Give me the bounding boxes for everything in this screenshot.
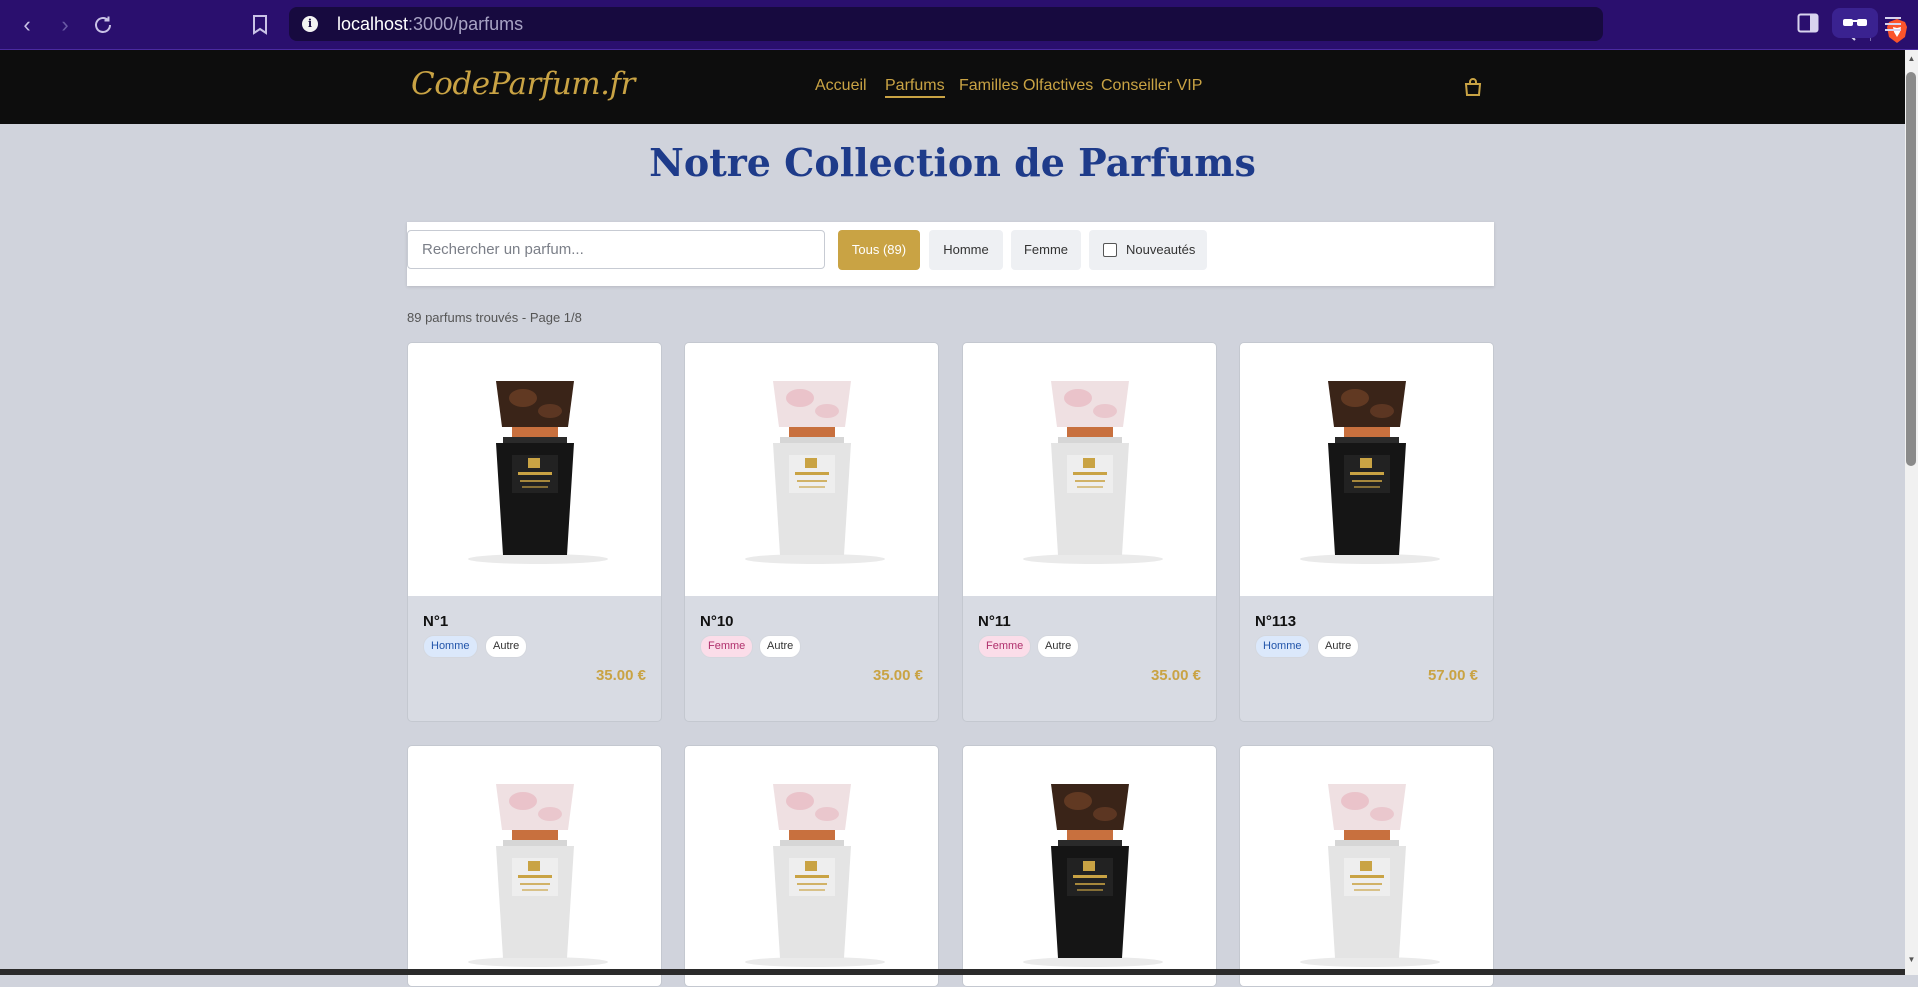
perfume-bottle-image (468, 381, 608, 564)
scroll-up-icon[interactable]: ▲ (1905, 52, 1918, 66)
url-path: :3000/parfums (408, 14, 524, 34)
perfume-bottle-image (745, 784, 885, 967)
info-icon[interactable]: i (302, 16, 318, 32)
tag-gender: Homme (423, 635, 478, 658)
perfume-bottle-image (745, 381, 885, 564)
menu-icon[interactable] (1882, 13, 1904, 35)
filter-all-button[interactable]: Tous (89) (838, 230, 920, 270)
nav-familles-olfactives[interactable]: Familles Olfactives (959, 77, 1093, 95)
perfume-bottle-image (1023, 381, 1163, 564)
filter-femme-button[interactable]: Femme (1011, 230, 1081, 270)
tag-family: Autre (485, 635, 528, 658)
product-image[interactable] (963, 343, 1216, 596)
filter-new-label: Nouveautés (1126, 242, 1196, 257)
address-bar[interactable]: i localhost:3000/parfums (289, 7, 1907, 43)
product-price: 35.00 € (872, 667, 923, 684)
url-host: localhost (337, 14, 409, 34)
shopping-bag-icon[interactable] (1463, 77, 1483, 97)
scrollbar-thumb[interactable] (1906, 72, 1916, 466)
product-name[interactable]: N°11 (978, 613, 1011, 630)
filter-homme-button[interactable]: Homme (929, 230, 1003, 270)
tag-gender: Homme (1255, 635, 1310, 658)
product-card[interactable] (962, 745, 1217, 987)
product-card[interactable] (1239, 745, 1494, 987)
new-checkbox[interactable] (1103, 243, 1117, 257)
product-card[interactable]: N°10 Femme Autre 35.00 € (684, 342, 939, 722)
perfume-bottle-image (1023, 784, 1163, 967)
product-image[interactable] (408, 343, 661, 596)
tag-family: Autre (1317, 635, 1360, 658)
product-image[interactable] (685, 746, 938, 986)
nav-conseiller-vip[interactable]: Conseiller VIP (1101, 77, 1202, 95)
product-card[interactable]: N°11 Femme Autre 35.00 € (962, 342, 1217, 722)
tag-family: Autre (759, 635, 802, 658)
bottom-edge (0, 969, 1905, 975)
product-name[interactable]: N°113 (1255, 613, 1296, 630)
forward-icon[interactable]: › (52, 12, 78, 38)
product-image[interactable] (1240, 746, 1493, 986)
site-logo[interactable]: CodeParfum.fr (411, 66, 635, 102)
search-input[interactable] (407, 230, 825, 269)
reload-icon[interactable] (90, 12, 116, 38)
perfume-bottle-image (1300, 381, 1440, 564)
product-card[interactable]: N°113 Homme Autre 57.00 € (1239, 342, 1494, 722)
perfume-bottle-image (468, 784, 608, 967)
nav-accueil[interactable]: Accueil (815, 77, 867, 95)
glasses-icon (1843, 19, 1867, 26)
product-card[interactable] (684, 745, 939, 987)
bookmark-icon[interactable] (247, 12, 273, 38)
product-image[interactable] (1240, 343, 1493, 596)
sidebar-toggle-icon[interactable] (1797, 13, 1819, 33)
product-card[interactable]: N°1 Homme Autre 35.00 € (407, 342, 662, 722)
product-name[interactable]: N°1 (423, 613, 448, 630)
browser-toolbar: ‹ › i localhost:3000/parfums (0, 0, 1918, 50)
tag-family: Autre (1037, 635, 1080, 658)
tag-gender: Femme (978, 635, 1032, 658)
product-image[interactable] (685, 343, 938, 596)
back-icon[interactable]: ‹ (14, 12, 40, 38)
url-text[interactable]: localhost:3000/parfums (337, 14, 523, 35)
product-price: 57.00 € (1427, 667, 1478, 684)
page-title: Notre Collection de Parfums (649, 140, 1256, 185)
nav-parfums[interactable]: Parfums (885, 77, 945, 98)
product-name[interactable]: N°10 (700, 613, 734, 630)
scroll-down-icon[interactable]: ▼ (1905, 953, 1918, 967)
tag-gender: Femme (700, 635, 754, 658)
private-mode-button[interactable] (1832, 8, 1878, 38)
product-image[interactable] (408, 746, 661, 986)
result-count: 89 parfums trouvés - Page 1/8 (407, 310, 582, 325)
perfume-bottle-image (1300, 784, 1440, 967)
product-price: 35.00 € (1150, 667, 1201, 684)
site-header (0, 50, 1905, 124)
product-card[interactable] (407, 745, 662, 987)
product-price: 35.00 € (595, 667, 646, 684)
product-image[interactable] (963, 746, 1216, 986)
